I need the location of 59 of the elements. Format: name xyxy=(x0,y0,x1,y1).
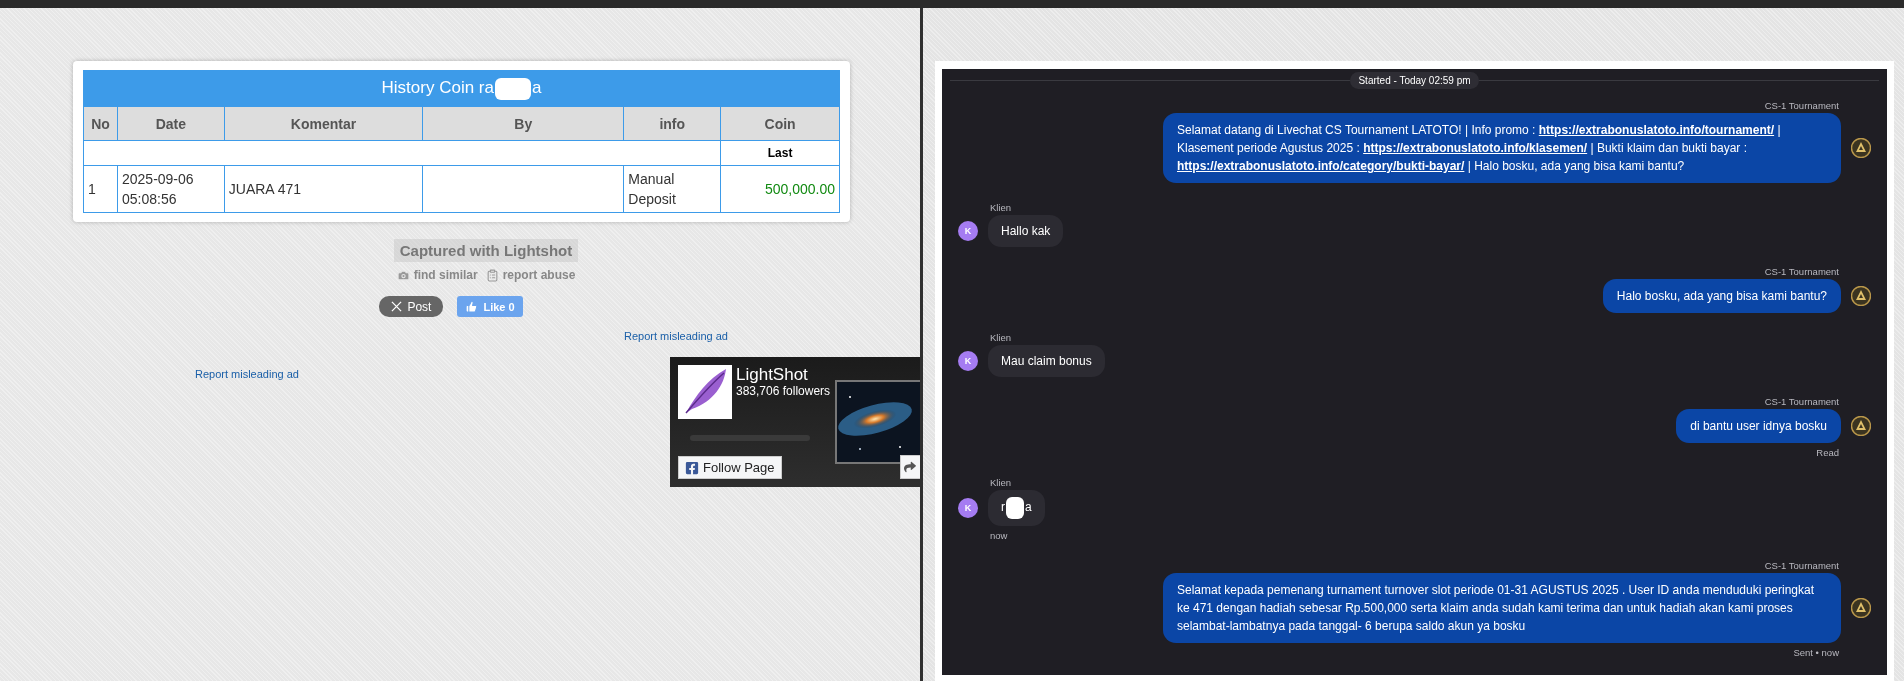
avatar-initial: K xyxy=(958,498,978,518)
table-cell: Last xyxy=(720,140,840,166)
message-bubble: Hallo kak xyxy=(988,215,1064,247)
report-ad-link[interactable]: Report misleading ad xyxy=(624,330,728,342)
sender-name: CS-1 Tournament xyxy=(1764,266,1839,277)
chat-start-label: Started - Today 02:59 pm xyxy=(1350,72,1479,89)
column-header: No xyxy=(83,106,118,141)
table-cell: JUARA 471 xyxy=(224,165,423,213)
message-link[interactable]: https://extrabonuslatoto.info/klasemen/ xyxy=(1363,141,1588,155)
share-arrow-icon xyxy=(904,461,916,473)
thumbs-up-icon xyxy=(465,300,479,313)
avatar-icon xyxy=(1851,286,1871,306)
redaction-patch xyxy=(1006,497,1024,519)
follow-page-button[interactable]: Follow Page xyxy=(678,456,782,479)
caption-label: Captured with Lightshot xyxy=(393,239,579,262)
table-cell: Manual Deposit xyxy=(623,165,721,213)
column-header: By xyxy=(422,106,624,141)
table-title: History Coin ra a xyxy=(83,70,840,107)
column-header: info xyxy=(623,106,721,141)
avatar-icon xyxy=(1851,416,1871,436)
sender-name: CS-1 Tournament xyxy=(1764,396,1839,407)
message-bubble: di bantu user idnya bosku xyxy=(1676,409,1841,443)
avatar-initial: K xyxy=(958,351,978,371)
sender-name: Klien xyxy=(990,477,1012,488)
avatar-icon xyxy=(1851,138,1871,158)
redaction-patch xyxy=(494,77,531,100)
column-header: Date xyxy=(117,106,225,141)
sender-name: CS-1 Tournament xyxy=(1764,100,1839,111)
table-cell: 2025-09-06 05:08:56 xyxy=(117,165,225,213)
table-cell: 500,000.00 xyxy=(720,165,840,213)
message-bubble: Selamat datang di Livechat CS Tournament LATOTO! | Info promo : https://extrabonuslatoto.info/tournament/ | Klasement periode Agustus 2025 : https://extrabonuslatoto.info/klasemen/ | Bukti klaim dan bukti bayar : https://extrabonuslatoto.info/category/bukti-bayar/ | Halo bosku, ada yang bisa kami bantu? xyxy=(1163,113,1841,183)
x-logo-icon xyxy=(391,301,403,312)
avatar-icon xyxy=(1851,598,1871,618)
sender-name: Klien xyxy=(990,332,1012,343)
sender-name: CS-1 Tournament xyxy=(1764,560,1839,571)
message-status: Read xyxy=(1816,447,1839,458)
message-bubble: r a xyxy=(988,490,1045,526)
message-bubble: Selamat kepada pemenang turnament turnover slot periode 01-31 AGUSTUS 2025 . User ID anda menduduki peringkat ke 471 dengan hadiah sebesar Rp.500,000 serta klaim anda sudah kami terima dan untuk hadiah akan kami proses selambat-lambatnya pada tanggal- 6 berupa saldo akun ya bosku xyxy=(1163,573,1841,643)
report-abuse-link[interactable]: report abuse xyxy=(485,268,576,282)
column-header: Coin xyxy=(720,106,840,141)
post-button[interactable]: Post xyxy=(379,296,444,317)
avatar-initial: K xyxy=(958,221,978,241)
column-header: Komentar xyxy=(224,106,423,141)
followers-count: 383,706 followers xyxy=(736,384,831,398)
message-status: Sent • now xyxy=(1793,647,1839,658)
message-time: now xyxy=(990,530,1008,541)
message-link[interactable]: https://extrabonuslatoto.info/category/bukti-bayar/ xyxy=(1177,159,1465,173)
sender-name: Klien xyxy=(990,202,1012,213)
message-bubble: Halo bosku, ada yang bisa kami bantu? xyxy=(1602,279,1841,313)
message-link[interactable]: https://extrabonuslatoto.info/tournament/ xyxy=(1538,123,1775,137)
page-name-link[interactable]: LightShot xyxy=(736,365,831,384)
table-cell: 1 xyxy=(83,165,118,213)
camera-icon xyxy=(396,268,410,282)
message-bubble: Mau claim bonus xyxy=(988,345,1105,377)
share-button[interactable] xyxy=(900,455,920,479)
feather-logo-icon xyxy=(678,365,732,419)
report-ad-link[interactable]: Report misleading ad xyxy=(195,368,299,380)
clipboard-icon xyxy=(485,268,499,282)
facebook-icon xyxy=(685,460,699,475)
